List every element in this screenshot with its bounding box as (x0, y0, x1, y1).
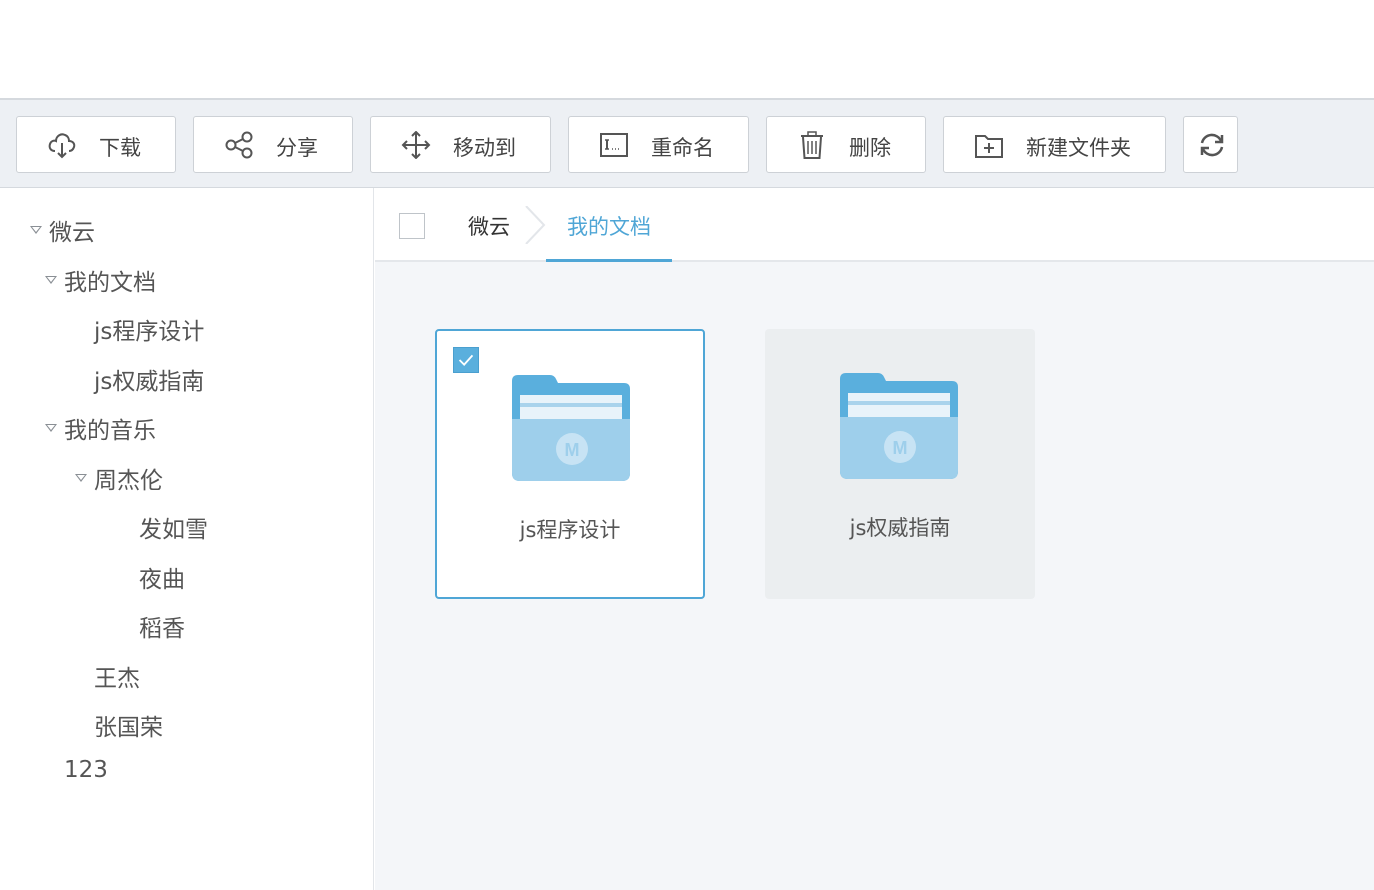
file-card[interactable]: M js权威指南 (765, 329, 1035, 599)
expand-caret-icon[interactable] (45, 424, 57, 432)
move-to-button[interactable]: 移动到 (370, 116, 551, 173)
trash-icon (801, 131, 823, 159)
delete-label: 删除 (849, 136, 891, 160)
folder-tree-sidebar: 微云 我的文档 js程序设计 js权威指南 我的音乐 周杰伦 发如雪 夜曲 稻香… (0, 188, 374, 890)
breadcrumb-current[interactable]: 我的文档 (567, 211, 651, 241)
new-folder-label: 新建文件夹 (1026, 136, 1131, 160)
tree-item-jay-chou[interactable]: 周杰伦 (94, 461, 163, 495)
file-name[interactable]: js权威指南 (765, 512, 1035, 542)
toolbar: 下载 分享 移动到 重命名 删除 新建文件夹 (0, 98, 1374, 188)
delete-button[interactable]: 删除 (766, 116, 926, 173)
refresh-button[interactable] (1183, 116, 1238, 173)
share-icon (225, 131, 253, 159)
tree-item-song-3[interactable]: 稻香 (139, 609, 185, 643)
breadcrumb-active-underline (546, 259, 672, 262)
tree-item-js-definitive-guide[interactable]: js权威指南 (94, 362, 204, 396)
tree-item-weiyun[interactable]: 微云 (49, 213, 95, 247)
rename-label: 重命名 (651, 136, 714, 160)
new-folder-button[interactable]: 新建文件夹 (943, 116, 1166, 173)
file-name[interactable]: js程序设计 (437, 514, 703, 544)
download-button[interactable]: 下载 (16, 116, 176, 173)
svg-text:M: M (565, 440, 580, 460)
cloud-download-icon (48, 133, 76, 159)
folder-icon: M (840, 373, 958, 479)
refresh-icon (1200, 133, 1224, 157)
rename-icon (600, 133, 628, 157)
download-label: 下载 (99, 136, 141, 160)
tree-item-song-1[interactable]: 发如雪 (139, 510, 208, 544)
tree-item-my-documents[interactable]: 我的文档 (64, 263, 156, 297)
top-blank-area (0, 0, 1374, 98)
tree-item-song-2[interactable]: 夜曲 (139, 560, 185, 594)
new-folder-icon (975, 135, 1003, 158)
tree-item-123[interactable]: 123 (64, 757, 108, 783)
file-browser-main: 微云 我的文档 M js程序设计 M js权威指南 (375, 188, 1374, 890)
select-all-checkbox[interactable] (399, 213, 425, 239)
expand-caret-icon[interactable] (75, 474, 87, 482)
file-checkbox[interactable] (453, 347, 479, 373)
share-button[interactable]: 分享 (193, 116, 353, 173)
tree-item-leslie-cheung[interactable]: 张国荣 (94, 708, 163, 742)
checkmark-icon (458, 354, 474, 366)
breadcrumb-root[interactable]: 微云 (468, 211, 510, 241)
breadcrumb: 微云 我的文档 (375, 188, 1374, 262)
breadcrumb-separator-icon (525, 206, 546, 244)
expand-caret-icon[interactable] (45, 276, 57, 284)
rename-button[interactable]: 重命名 (568, 116, 749, 173)
file-card[interactable]: M js程序设计 (435, 329, 705, 599)
move-to-label: 移动到 (453, 136, 516, 160)
svg-text:M: M (893, 438, 908, 458)
folder-icon: M (512, 375, 630, 481)
tree-item-wang-jie[interactable]: 王杰 (94, 659, 140, 693)
share-label: 分享 (276, 136, 318, 160)
move-icon (401, 131, 431, 159)
tree-item-js-programming[interactable]: js程序设计 (94, 312, 204, 346)
expand-caret-icon[interactable] (30, 226, 42, 234)
tree-item-my-music[interactable]: 我的音乐 (64, 411, 156, 445)
